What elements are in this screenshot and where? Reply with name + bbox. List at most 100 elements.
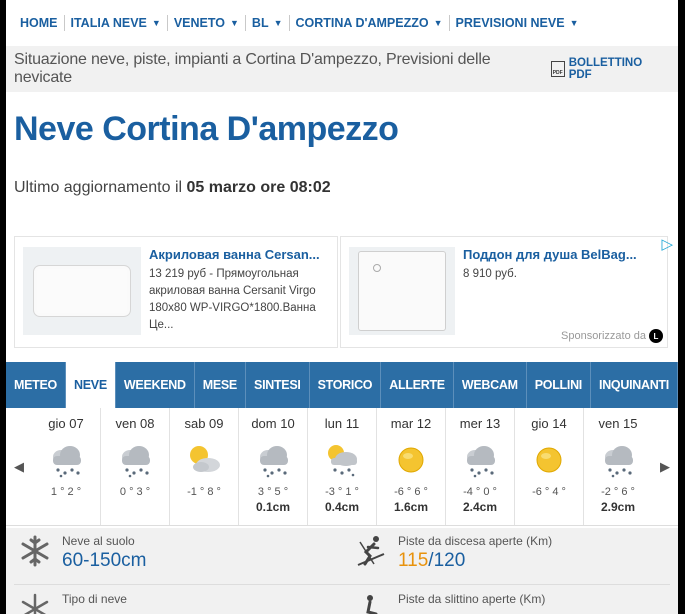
nav-previsioni-neve[interactable]: PREVISIONI NEVE ▼ (450, 15, 585, 31)
cloud-snow-icon (460, 440, 500, 480)
nav-veneto[interactable]: VENETO ▼ (168, 15, 246, 31)
forecast-snowfall: 2.9cm (600, 500, 636, 514)
ad-card[interactable]: Акриловая ванна Cersan... 13 219 руб - П… (14, 236, 338, 348)
forecast-day-name: ven 15 (598, 416, 638, 431)
ad-description: 8 910 руб. (463, 268, 517, 280)
forecast-day[interactable]: mar 12 -6 ° 6 ° 1.6cm (377, 408, 446, 525)
stat-label: Piste da slittino aperte (Km) (398, 592, 546, 606)
tab-storico[interactable]: STORICO (310, 362, 382, 408)
slopes-total-value: 120 (433, 550, 466, 571)
stats-divider (14, 584, 670, 585)
forecast-day[interactable]: ven 15 -2 ° 6 ° 2.9cm (584, 408, 652, 525)
tab-webcam[interactable]: WEBCAM (454, 362, 527, 408)
snowflake-icon (21, 535, 49, 567)
nav-label: HOME (20, 16, 58, 30)
forecast-snowfall: 0.4cm (324, 500, 360, 514)
tab-allerte[interactable]: ALLERTE (381, 362, 454, 408)
page-subtitle: Situazione neve, piste, impianti a Corti… (14, 51, 491, 86)
forecast-snowfall: 2.4cm (462, 500, 498, 514)
ad-banner: Акриловая ванна Cersan... 13 219 руб - П… (14, 236, 673, 348)
forecast-day[interactable]: gio 14 -6 ° 4 ° (515, 408, 584, 525)
forecast-day[interactable]: dom 10 3 ° 5 ° 0.1cm (239, 408, 308, 525)
forecast-temp: 1 ° 2 ° (50, 486, 82, 498)
forecast-snowfall: 1.6cm (393, 500, 429, 514)
forecast-temp: -1 ° 8 ° (187, 486, 221, 498)
forecast-day-name: mer 13 (459, 416, 501, 431)
chevron-right-icon[interactable]: ▶ (652, 408, 678, 525)
chevron-left-icon[interactable]: ◀ (6, 408, 32, 525)
tab-meteo[interactable]: METEO (6, 362, 66, 408)
forecast-day[interactable]: sab 09 -1 ° 8 ° (170, 408, 239, 525)
subtitle-bar: Situazione neve, piste, impianti a Corti… (6, 46, 678, 92)
tab-neve[interactable]: NEVE (66, 362, 116, 408)
nav-bl[interactable]: BL ▼ (246, 15, 290, 31)
sun-cloud-icon (184, 440, 224, 480)
forecast-day[interactable]: mer 13 -4 ° 0 ° 2.4cm (446, 408, 515, 525)
cloud-snow-icon (46, 440, 86, 480)
caret-down-icon: ▼ (273, 18, 283, 28)
tab-pollini[interactable]: POLLINI (527, 362, 592, 408)
bollettino-pdf-link[interactable]: PDF BOLLETTINO PDF (550, 57, 668, 81)
stat-label: Piste da discesa aperte (Km) (398, 534, 553, 548)
last-update: Ultimo aggiornamento il 05 marzo ore 08:… (14, 179, 678, 197)
ad-image-bathtub[interactable] (23, 247, 141, 335)
cloud-snow-icon (115, 440, 155, 480)
sun-cloud-snow-icon (322, 440, 362, 480)
tab-inquinanti[interactable]: INQUINANTI (591, 362, 678, 408)
pdf-icon-text: PDF (552, 70, 563, 76)
forecast-snowfall: 0.1cm (255, 500, 291, 514)
ad-title[interactable]: Поддон для душа BelBag... (463, 247, 649, 262)
page: HOME ITALIA NEVE ▼ VENETO ▼ BL ▼ CORTINA D'… (6, 0, 678, 614)
forecast-day-name: sab 09 (184, 416, 224, 431)
caret-down-icon: ▼ (433, 18, 443, 28)
forecast-day-name: ven 08 (115, 416, 155, 431)
tab-weekend[interactable]: WEEKEND (116, 362, 195, 408)
ad-image-shower-tray[interactable] (349, 247, 455, 335)
forecast-temp: 3 ° 5 ° (257, 486, 289, 498)
caret-down-icon: ▼ (230, 18, 239, 28)
forecast-days: gio 07 1 ° 2 ° ven 08 0 ° 3 ° sab 09 -1 ° 8 °… (32, 408, 652, 525)
section-tabs: METEO NEVE WEEKEND MESE SINTESI STORICO … (6, 362, 678, 408)
stat-value: 60-150cm (62, 550, 147, 571)
pdf-file-icon: PDF (550, 61, 565, 77)
forecast-day-name: gio 14 (531, 416, 567, 431)
forecast-temp: -3 ° 1 ° (325, 486, 359, 498)
forecast-day[interactable]: gio 07 1 ° 2 ° (32, 408, 101, 525)
forecast-day[interactable]: lun 11 -3 ° 1 ° 0.4cm (308, 408, 377, 525)
window-frame-right (678, 0, 685, 614)
forecast-temp: -4 ° 0 ° (463, 486, 497, 498)
tab-mese[interactable]: MESE (195, 362, 247, 408)
snow-forecast: ◀ gio 07 1 ° 2 ° ven 08 0 ° 3 ° sab 09 -1 ° 8… (6, 408, 678, 526)
sponsored-by[interactable]: Sponsorizzato da L (561, 329, 663, 343)
nav-label: PREVISIONI NEVE (455, 16, 565, 30)
nav-cortina[interactable]: CORTINA D'AMPEZZO ▼ (290, 15, 450, 31)
sun-icon (529, 440, 569, 480)
stat-label: Tipo di neve (62, 592, 127, 606)
nav-label: BL (251, 16, 269, 30)
stat-slopes-open: Piste da discesa aperte (Km) 115/120 (354, 534, 552, 572)
nav-home[interactable]: HOME (14, 15, 65, 31)
page-title: Neve Cortina D'ampezzo (14, 110, 399, 148)
adchoices-icon[interactable]: ▷ (661, 235, 673, 253)
sponsored-label: Sponsorizzato da (561, 330, 646, 342)
nav-label: CORTINA D'AMPEZZO (295, 16, 429, 30)
forecast-temp: -6 ° 6 ° (394, 486, 428, 498)
ad-title[interactable]: Акриловая ванна Cersan... (149, 247, 335, 262)
top-nav: HOME ITALIA NEVE ▼ VENETO ▼ BL ▼ CORTINA D'… (6, 0, 678, 46)
skier-icon (357, 536, 385, 566)
ad-card[interactable]: Поддон для душа BelBag... 8 910 руб. ▷ S… (340, 236, 673, 348)
sun-icon (391, 440, 431, 480)
forecast-day[interactable]: ven 08 0 ° 3 ° (101, 408, 170, 525)
nav-italia-neve[interactable]: ITALIA NEVE ▼ (65, 15, 168, 31)
caret-down-icon: ▼ (151, 18, 161, 28)
snow-stats: Neve al suolo 60-150cm Piste da discesa … (6, 528, 678, 614)
forecast-day-name: mar 12 (390, 416, 432, 431)
caret-down-icon: ▼ (569, 18, 579, 28)
stat-snow-ground: Neve al suolo 60-150cm (18, 534, 147, 572)
forecast-day-name: lun 11 (324, 416, 360, 431)
nav-label: ITALIA NEVE (70, 16, 147, 30)
tab-sintesi[interactable]: SINTESI (246, 362, 310, 408)
snow-crystal-icon (21, 593, 49, 614)
stat-snow-type: Tipo di neve (18, 592, 127, 614)
stat-sled-runs: Piste da slittino aperte (Km) (354, 592, 545, 614)
